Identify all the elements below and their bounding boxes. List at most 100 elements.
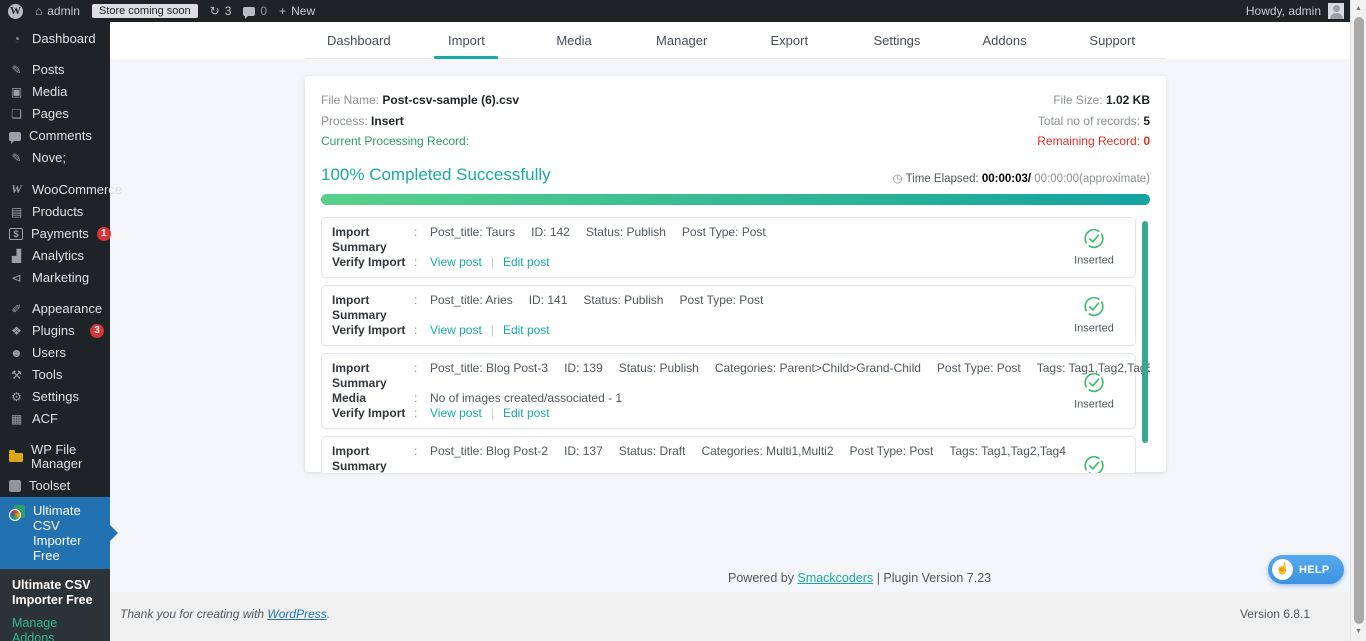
sidebar-item-users[interactable]: ☻Users [0,342,110,364]
sidebar-item-nove[interactable]: ✎Nove; [0,147,110,169]
process-label: Process: [321,114,368,128]
edit-post-link[interactable]: Edit post [503,255,550,269]
file-size-label: File Size: [1053,93,1102,107]
sidebar-item-plugins[interactable]: ❖Plugins3 [0,320,110,342]
comments-menu[interactable]: 0 [243,4,267,18]
sidebar-item-dashboard[interactable]: ◔Dashboard [0,28,110,50]
sidebar-item-pages[interactable]: ❏Pages [0,103,110,125]
sidebar-item-wp-file-manager[interactable]: WP File Manager [0,439,110,475]
sidebar-item-acf[interactable]: ▦ACF [0,408,110,430]
summary-segment: Post Type: Post [850,444,934,458]
csv-importer-icon [9,505,25,521]
sidebar-item-analytics[interactable]: ▟Analytics [0,245,110,267]
plugin-footer: Powered by Smackcoders | Plugin Version … [728,571,991,585]
submenu-item-manage-addons[interactable]: Manage Addons [0,612,110,641]
edit-post-link[interactable]: Edit post [503,406,550,420]
record-line-label: Import Summary [332,361,414,391]
sidebar-item-products[interactable]: ▤Products [0,201,110,223]
records-scrollbar-thumb[interactable] [1142,221,1148,443]
admin-sidebar: ◔Dashboard ✎Posts▣Media❏Pages Comments ✎Nov… [0,22,110,641]
smackcoders-link[interactable]: Smackcoders [797,571,873,585]
time-elapsed-label: Time Elapsed: [906,173,982,185]
sidebar-item-label: Settings [32,390,104,404]
tab-media[interactable]: Media [520,22,628,58]
inserted-check-icon [1081,226,1107,252]
sidebar-item-media[interactable]: ▣Media [0,81,110,103]
record-verify: View post|Edit post [430,255,550,270]
remaining-record-value: 0 [1143,134,1150,148]
record-summary: Post_title: TaursID: 142Status: PublishP… [430,225,782,255]
summary-segment: Status: Publish [619,361,699,375]
menu-separator [0,430,110,439]
sidebar-submenu: Ultimate CSV Importer FreeManage Addons [0,569,110,641]
sidebar-item-payments[interactable]: $Payments1 [0,223,110,245]
sidebar-item-marketing[interactable]: ⊲Marketing [0,267,110,289]
sidebar-item-label: Appearance [32,302,104,316]
sidebar-item-ultimate-csv-importer-free[interactable]: Ultimate CSV Importer Free [0,497,110,569]
summary-segment: ID: 141 [529,293,568,307]
tab-support[interactable]: Support [1058,22,1166,58]
tab-settings[interactable]: Settings [843,22,951,58]
users-icon: ☻ [9,346,24,360]
tab-addons[interactable]: Addons [951,22,1059,58]
wordpress-menu[interactable]: W [8,4,23,19]
tab-manager[interactable]: Manager [628,22,736,58]
sidebar-item-woocommerce[interactable]: WWooCommerce [0,178,110,201]
clock-icon: ◷ [893,173,903,185]
browser-scrollbar[interactable]: ▲ ▼ [1350,0,1366,641]
view-post-link[interactable]: View post [430,323,482,337]
scrollbar-thumb[interactable] [1354,17,1364,624]
sidebar-item-comments[interactable]: Comments [0,125,110,147]
record-status: Inserted [1063,452,1125,473]
colon: : [414,361,430,391]
tab-import[interactable]: Import [413,22,521,58]
sidebar-item-toolset[interactable]: Toolset [0,475,110,497]
summary-segment: Post Type: Post [679,293,763,307]
progress-header: 100% Completed Successfully ◷Time Elapse… [321,165,1150,185]
wordpress-link[interactable]: WordPress [267,607,326,621]
plugin-icon: ❖ [9,324,24,338]
updates-menu[interactable]: ↻ 3 [210,4,232,18]
record-line-label: Media [332,391,414,406]
site-name[interactable]: ⌂ admin [35,4,80,18]
colon: : [414,444,430,473]
acf-icon: ▦ [9,412,24,426]
view-post-link[interactable]: View post [430,255,482,269]
sidebar-item-settings[interactable]: ⚙Settings [0,386,110,408]
progress-title: 100% Completed Successfully [321,165,551,185]
help-button[interactable]: ☝ HELP [1268,555,1344,584]
scrollbar-up-arrow[interactable]: ▲ [1351,2,1366,16]
submenu-item-ultimate-csv-importer-free[interactable]: Ultimate CSV Importer Free [0,574,110,612]
summary-segment: Post Type: Post [682,225,766,239]
howdy-menu[interactable]: Howdy, admin [1246,4,1321,18]
import-record-row: Import Summary:Post_title: Blog Post-2ID… [321,436,1136,473]
sidebar-item-tools[interactable]: ⚒Tools [0,364,110,386]
summary-segment: Categories: Multi1,Multi2 [701,444,833,458]
scrollbar-down-arrow[interactable]: ▼ [1351,625,1366,639]
remaining-record-label: Remaining Record: [1037,134,1140,148]
tab-dashboard[interactable]: Dashboard [305,22,413,58]
sidebar-item-posts[interactable]: ✎Posts [0,59,110,81]
sidebar-item-label: Tools [32,368,104,382]
admin-footer: Thank you for creating with WordPress. V… [110,592,1350,641]
process-value: Insert [371,114,404,128]
view-post-link[interactable]: View post [430,406,482,420]
time-elapsed: ◷Time Elapsed: 00:00:03/ 00:00:00(approx… [893,171,1150,185]
sidebar-item-appearance[interactable]: ✐Appearance [0,298,110,320]
update-icon: ↻ [210,4,220,18]
total-records-value: 5 [1143,114,1150,128]
import-record-row: Import Summary:Post_title: Blog Post-3ID… [321,353,1136,429]
new-content-menu[interactable]: + New [279,4,315,18]
current-record-label: Current Processing Record: [321,134,469,148]
media-icon: ▣ [9,85,24,99]
plugin-tab-bar: DashboardImportMediaManagerExportSetting… [110,22,1350,59]
colon: : [414,391,430,406]
tab-export[interactable]: Export [736,22,844,58]
home-icon: ⌂ [35,4,42,18]
record-line-label: Verify Import [332,255,414,270]
toolset-icon [9,480,21,492]
sidebar-item-label: Comments [29,129,104,143]
store-coming-soon-badge[interactable]: Store coming soon [92,4,198,18]
wordpress-logo-icon: W [8,4,23,19]
edit-post-link[interactable]: Edit post [503,323,550,337]
